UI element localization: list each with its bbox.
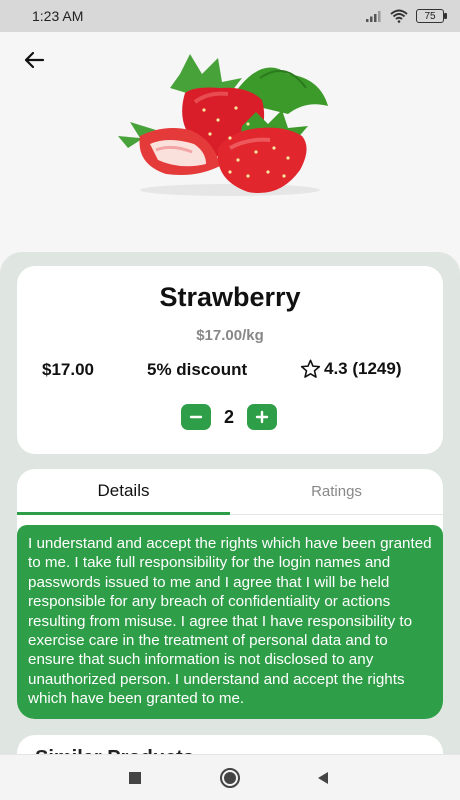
system-nav-bar (0, 754, 460, 800)
recent-apps-button[interactable] (120, 765, 150, 791)
home-button[interactable] (215, 765, 245, 791)
tab-details[interactable]: Details (17, 469, 230, 515)
system-back-button[interactable] (308, 765, 338, 791)
star-outline-icon (300, 359, 321, 378)
quantity-value: 2 (223, 406, 234, 427)
price-per-unit: $17.00/kg (196, 327, 264, 344)
status-bar: 1:23 AM 75 (0, 0, 460, 32)
product-price: $17.00 (42, 360, 94, 379)
product-tabs-card: Details Ratings I understand and accept … (17, 469, 443, 719)
signal-icon (366, 11, 381, 22)
decrease-quantity-button[interactable] (181, 404, 211, 430)
product-discount: 5% discount (147, 360, 248, 379)
increase-quantity-button[interactable] (247, 404, 277, 430)
arrow-left-icon (24, 51, 45, 69)
quantity-stepper: 2 (181, 404, 277, 430)
product-meta-row: $17.00 5% discount 4.3 (1249) (17, 359, 443, 384)
product-hero (0, 32, 460, 252)
rating-value: 4.3 (1249) (324, 359, 402, 378)
battery-level: 75 (424, 10, 436, 22)
circle-icon (220, 768, 240, 788)
details-description: I understand and accept the rights which… (17, 525, 443, 719)
tab-ratings[interactable]: Ratings (230, 469, 443, 515)
strawberry-image (118, 54, 328, 196)
minus-icon (189, 415, 203, 419)
back-button[interactable] (18, 46, 50, 74)
product-rating: 4.3 (1249) (300, 359, 402, 379)
status-icons: 75 (366, 9, 447, 23)
triangle-back-icon (318, 772, 328, 784)
product-name: Strawberry (159, 282, 301, 312)
wifi-icon (390, 9, 408, 23)
status-time: 1:23 AM (32, 8, 84, 24)
square-icon (129, 772, 141, 784)
battery-icon: 75 (416, 9, 447, 23)
plus-icon (255, 410, 269, 424)
product-info-card: Strawberry $17.00/kg $17.00 5% discount … (17, 266, 443, 454)
